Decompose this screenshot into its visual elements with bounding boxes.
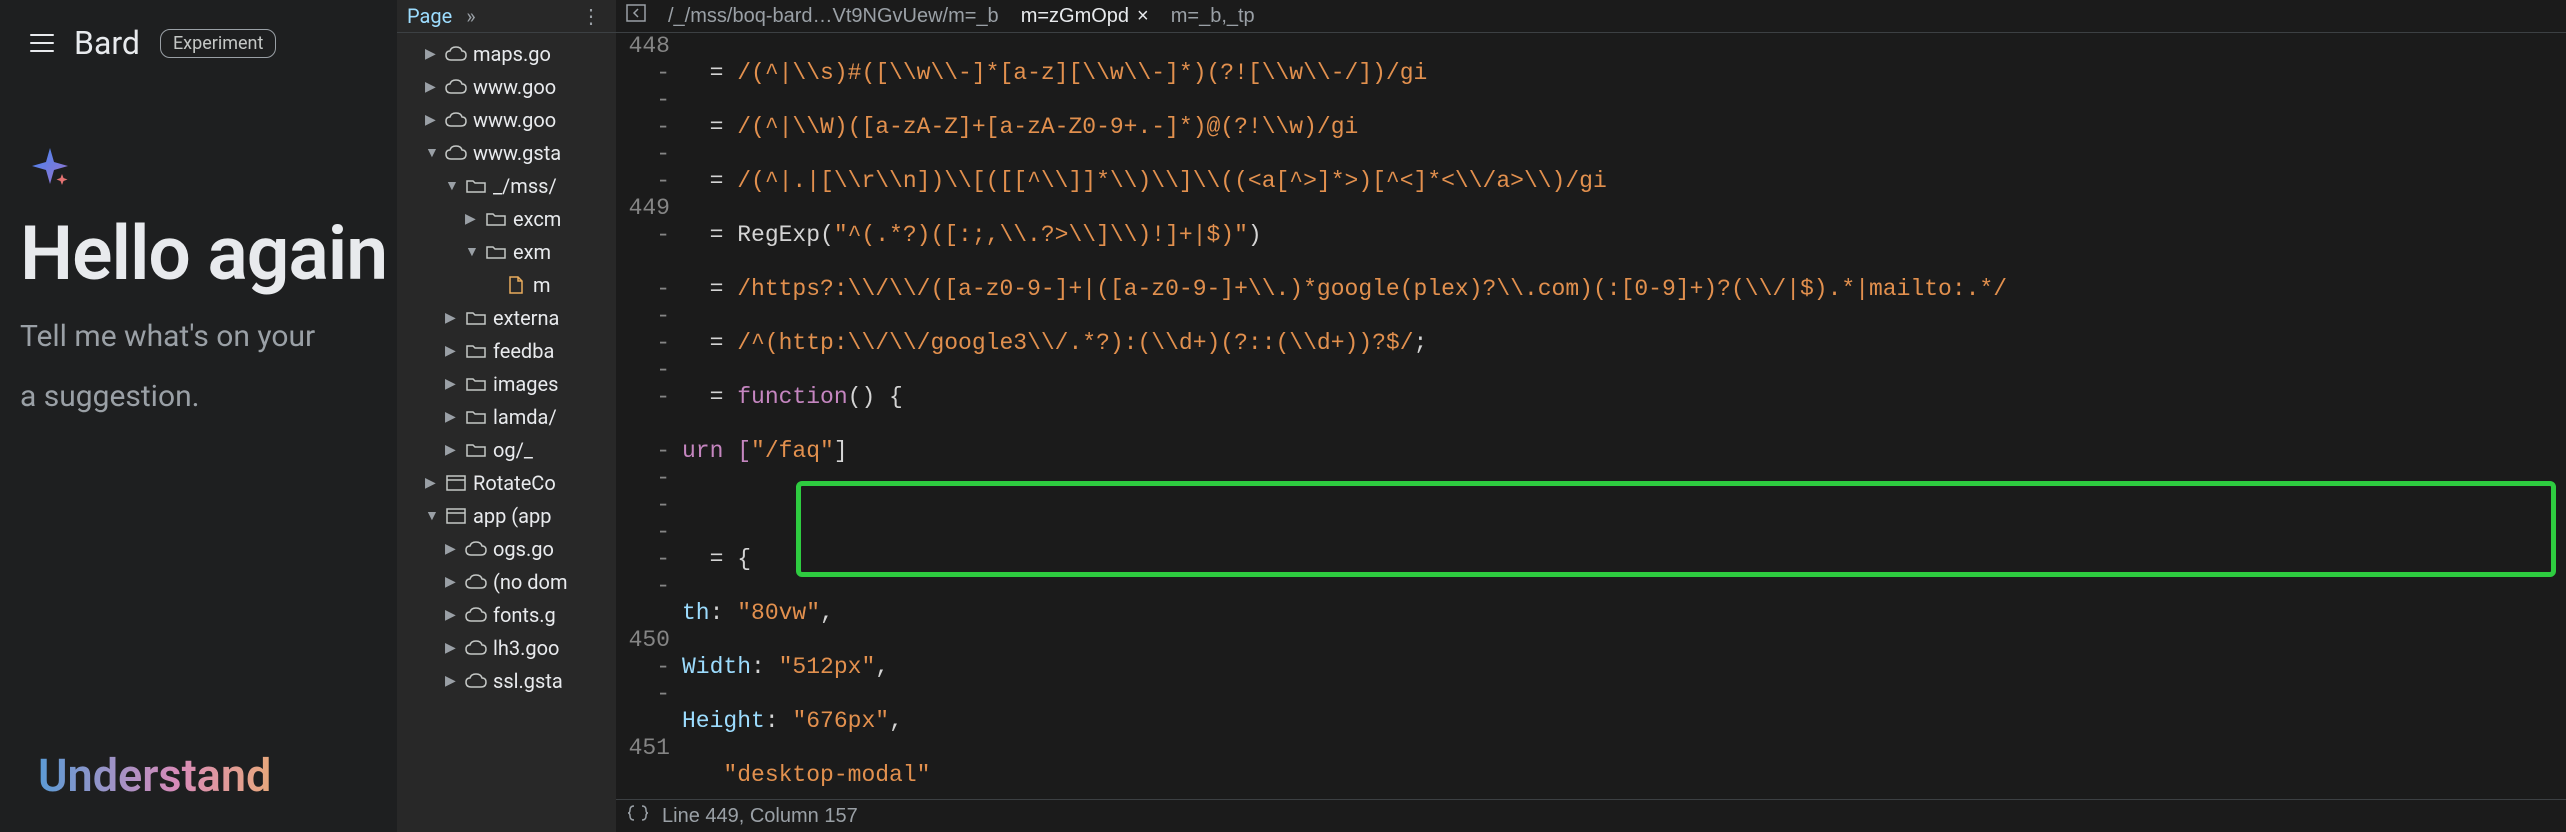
menu-icon[interactable] [30, 34, 54, 52]
navigator-tree[interactable]: ▶maps.go▶www.goo▶www.goo▼www.gsta▼_/mss/… [397, 33, 616, 832]
page-tab[interactable]: Page [407, 4, 452, 28]
experiment-badge: Experiment [160, 29, 276, 58]
tree-item[interactable]: m [397, 268, 616, 301]
editor-tab-3[interactable]: m=_b,_tp [1171, 0, 1255, 32]
hello-heading: Hello again [20, 210, 377, 298]
tree-item[interactable]: ▼_/mss/ [397, 169, 616, 202]
bard-header: Bard Experiment [0, 0, 397, 86]
tree-item[interactable]: ▶lh3.goo [397, 631, 616, 664]
tree-item[interactable]: ▶images [397, 367, 616, 400]
tree-item[interactable]: ▶(no dom [397, 565, 616, 598]
tree-item[interactable]: ▶RotateCo [397, 466, 616, 499]
bard-logo: Bard [74, 24, 140, 62]
bard-greeting: Hello again Tell me what's on your a sug… [0, 190, 397, 418]
understand-chip[interactable]: Understand [38, 749, 271, 802]
gutter: 448-----449------------450--451 [616, 33, 682, 799]
tree-item[interactable]: ▼app (app [397, 499, 616, 532]
bard-app-panel: Bard Experiment Hello again Tell me what… [0, 0, 397, 832]
more-tabs-icon[interactable]: » [466, 4, 475, 28]
braces-icon[interactable] [628, 804, 648, 828]
collapse-sidebar-icon[interactable] [626, 3, 646, 29]
tree-item[interactable]: ▶lamda/ [397, 400, 616, 433]
subtitle-line1: Tell me what's on your [20, 316, 377, 358]
devtools-editor: /_/mss/boq-bard…Vt9NGvUew/m=_b m=zGmOpd×… [616, 0, 2566, 832]
code-area[interactable]: 448-----449------------450--451 = /(^|\\… [616, 33, 2566, 799]
kebab-menu-icon[interactable]: ⋮ [581, 4, 601, 28]
tree-item[interactable]: ▶www.goo [397, 103, 616, 136]
tree-item[interactable]: ▶externa [397, 301, 616, 334]
editor-tab-1[interactable]: /_/mss/boq-bard…Vt9NGvUew/m=_b [668, 0, 999, 32]
close-tab-icon[interactable]: × [1137, 5, 1149, 28]
tree-item[interactable]: ▶ogs.go [397, 532, 616, 565]
editor-tab-bar: /_/mss/boq-bard…Vt9NGvUew/m=_b m=zGmOpd×… [616, 0, 2566, 33]
tree-item[interactable]: ▼exm [397, 235, 616, 268]
navigator-tabs: Page » ⋮ [397, 0, 616, 33]
subtitle-line2: a suggestion. [20, 376, 377, 418]
tree-item[interactable]: ▶www.goo [397, 70, 616, 103]
cursor-position: Line 449, Column 157 [662, 805, 858, 828]
tree-item[interactable]: ▶excm [397, 202, 616, 235]
tree-item[interactable]: ▶maps.go [397, 37, 616, 70]
tree-item[interactable]: ▶ssl.gsta [397, 664, 616, 697]
tree-item[interactable]: ▶og/_ [397, 433, 616, 466]
editor-status-bar: Line 449, Column 157 [616, 799, 2566, 832]
code-lines: = /(^|\\s)#([\\w\\-]*[a-z][\\w\\-]*)(?![… [682, 33, 2566, 799]
gemini-sparkle-icon [30, 146, 397, 190]
tree-item[interactable]: ▶fonts.g [397, 598, 616, 631]
devtools-navigator: Page » ⋮ ▶maps.go▶www.goo▶www.goo▼www.gs… [397, 0, 616, 832]
editor-tab-2[interactable]: m=zGmOpd× [1021, 0, 1149, 32]
tree-item[interactable]: ▼www.gsta [397, 136, 616, 169]
tree-item[interactable]: ▶feedba [397, 334, 616, 367]
